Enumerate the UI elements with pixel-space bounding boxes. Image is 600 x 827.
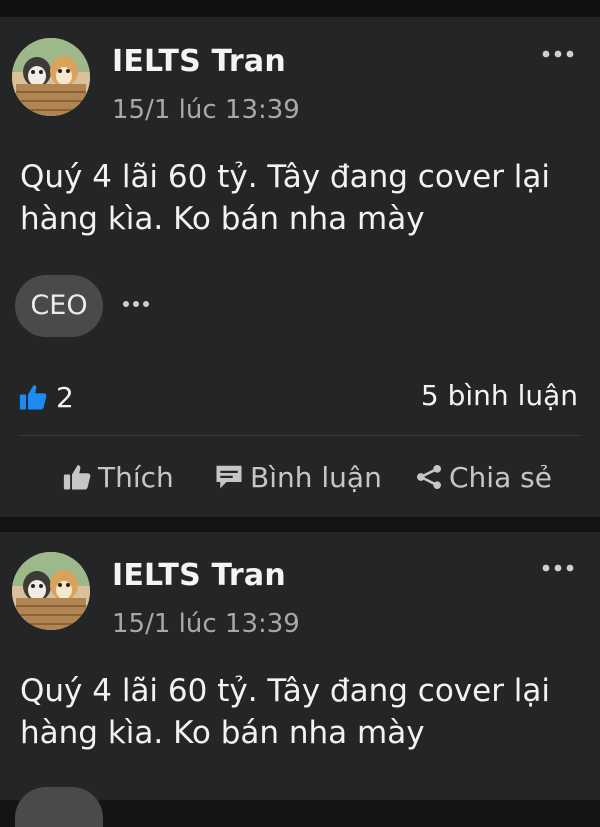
- author-name[interactable]: IELTS Tran: [112, 558, 286, 593]
- post-text-line: Quý 4 lãi 60 tỷ. Tây đang cover lại: [20, 673, 551, 709]
- tag-chip[interactable]: CEO: [15, 275, 103, 337]
- comment-count[interactable]: 5 bình luận: [421, 379, 578, 412]
- share-icon: [416, 464, 442, 490]
- post-text-line: hàng kìa. Ko bán nha mày: [20, 715, 425, 751]
- comment-icon: [216, 465, 242, 489]
- post-content: Quý 4 lãi 60 tỷ. Tây đang cover lại hàng…: [20, 670, 580, 754]
- more-horizontal-icon[interactable]: [540, 561, 576, 575]
- share-button-label: Chia sẻ: [449, 460, 552, 494]
- avatar[interactable]: [12, 38, 90, 116]
- like-count: 2: [56, 380, 74, 414]
- puppies-avatar-image: [12, 38, 90, 116]
- avatar[interactable]: [12, 552, 90, 630]
- post-card: IELTS Tran 15/1 lúc 13:39 Quý 4 lãi 60 t…: [0, 532, 600, 827]
- comment-button-label: Bình luận: [250, 460, 382, 494]
- tag-chip-partial[interactable]: [15, 787, 103, 827]
- post-timestamp[interactable]: 15/1 lúc 13:39: [112, 95, 300, 125]
- more-horizontal-icon[interactable]: [540, 47, 576, 61]
- like-button-label: Thích: [98, 460, 174, 494]
- post-card: IELTS Tran 15/1 lúc 13:39 Quý 4 lãi 60 t…: [0, 17, 600, 517]
- like-button[interactable]: Thích: [62, 455, 174, 499]
- post-text-line: hàng kìa. Ko bán nha mày: [20, 201, 425, 237]
- like-summary[interactable]: 2: [18, 379, 74, 415]
- post-timestamp[interactable]: 15/1 lúc 13:39: [112, 609, 300, 639]
- post-text-line: Quý 4 lãi 60 tỷ. Tây đang cover lại: [20, 159, 551, 195]
- comment-button[interactable]: Bình luận: [214, 455, 382, 499]
- thumbs-up-icon: [19, 385, 47, 410]
- more-horizontal-icon[interactable]: [121, 298, 151, 310]
- top-bar: [0, 0, 600, 16]
- post-content: Quý 4 lãi 60 tỷ. Tây đang cover lại hàng…: [20, 156, 580, 240]
- puppies-avatar-image: [12, 552, 90, 630]
- share-button[interactable]: Chia sẻ: [415, 455, 552, 499]
- divider: [20, 435, 580, 436]
- thumbs-up-icon: [63, 465, 91, 490]
- author-name[interactable]: IELTS Tran: [112, 44, 286, 79]
